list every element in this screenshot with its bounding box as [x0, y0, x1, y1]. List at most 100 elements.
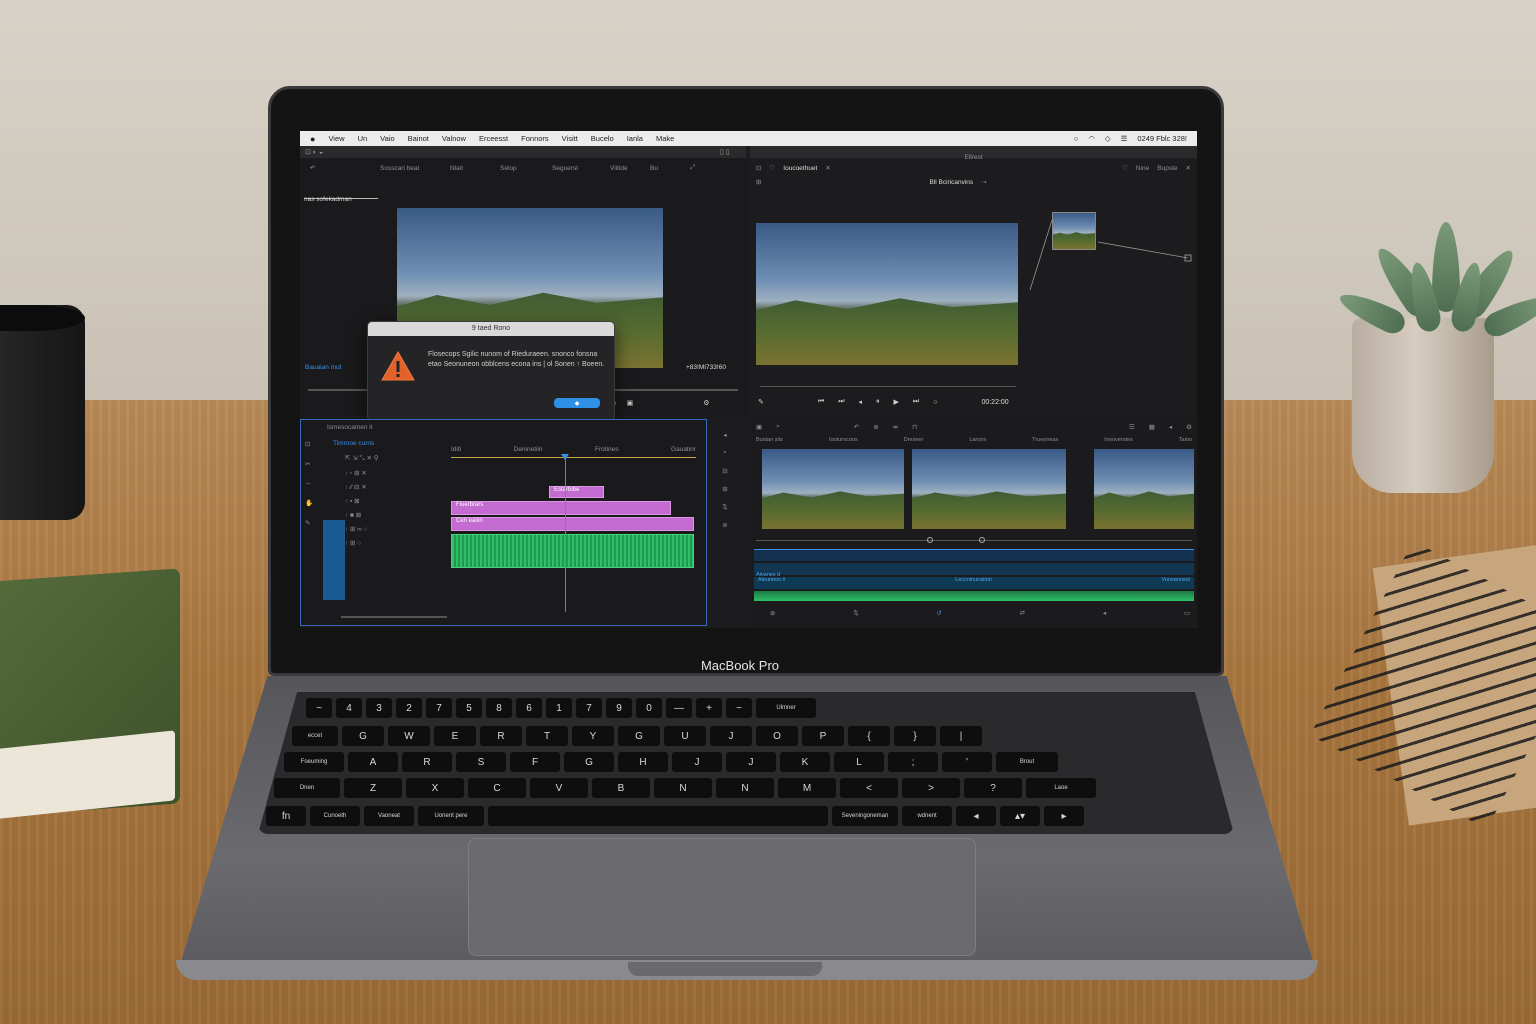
status-circle-icon[interactable]: ○	[1074, 134, 1079, 143]
select-tool-icon[interactable]: ⊡	[305, 440, 317, 448]
razor-tool-icon[interactable]: ✂	[305, 460, 317, 468]
keyboard-key[interactable]: J	[672, 752, 722, 772]
toolbar-item[interactable]: Bu	[650, 165, 690, 172]
film-frame-3[interactable]	[1094, 449, 1194, 529]
keyboard-key[interactable]: 1	[546, 698, 572, 718]
track-control-row[interactable]: ↑ ⁄⁄ ⊟ ✕	[345, 483, 445, 491]
status-wifi-icon[interactable]: ◠	[1088, 134, 1095, 143]
track-music[interactable]	[754, 591, 1194, 601]
menu-item[interactable]: Ianla	[627, 134, 643, 143]
undo-icon[interactable]: ↶	[854, 423, 859, 431]
keyboard-key[interactable]: }	[894, 726, 936, 746]
toolbar-item[interactable]: Seguerst	[552, 165, 610, 172]
loop-icon[interactable]: ○	[933, 399, 937, 406]
rewind-icon[interactable]: ◂	[859, 398, 863, 406]
tool-icon[interactable]: ◂	[723, 431, 726, 439]
keyboard-key[interactable]: K	[780, 752, 830, 772]
dialog-ok-button[interactable]: ◆	[554, 398, 600, 408]
monitor-icon[interactable]: ▣	[756, 423, 762, 431]
skip-forward-icon[interactable]: ⏭	[913, 398, 919, 406]
tool-icon[interactable]: ⊟	[722, 467, 727, 475]
keyboard-key[interactable]: Brout	[996, 752, 1058, 772]
track-control-row[interactable]: ↑ ⊞ ○	[345, 539, 445, 547]
keyboard-key[interactable]: J	[726, 752, 776, 772]
keyboard-key[interactable]: L	[834, 752, 884, 772]
trackpad[interactable]	[468, 838, 976, 956]
program-tab[interactable]: Ioucoethuet	[783, 165, 817, 172]
tool-icon[interactable]: ⊞	[722, 485, 727, 493]
play-icon[interactable]: ▶	[894, 398, 899, 406]
tool-icon[interactable]: ⌕	[723, 449, 727, 457]
keyboard-key[interactable]: ▸	[1044, 806, 1084, 826]
keyboard-key[interactable]: fn	[266, 806, 306, 826]
keyboard-key[interactable]: S	[456, 752, 506, 772]
track-control-row[interactable]: ⇱ ⇲ ⤡ ✕ ⚲	[345, 454, 445, 463]
zoom-handle-right[interactable]	[979, 537, 985, 543]
grid-icon[interactable]: ▦	[1149, 423, 1155, 431]
keyboard-key[interactable]: G	[342, 726, 384, 746]
keyboard-key[interactable]: Laoe	[1026, 778, 1096, 798]
settings-icon[interactable]: ⚙	[703, 399, 709, 407]
search-icon[interactable]: ⌕	[776, 423, 780, 431]
keyboard-key[interactable]: Foeuming	[284, 752, 344, 772]
menu-item[interactable]: Un	[358, 134, 368, 143]
keyboard-key[interactable]: —	[666, 698, 692, 718]
keyboard-key[interactable]: Z	[344, 778, 402, 798]
menu-item[interactable]: Valnow	[442, 134, 466, 143]
keyboard-key[interactable]: >	[902, 778, 960, 798]
settings-gear-icon[interactable]: ⚙	[1186, 423, 1192, 431]
keyboard-key[interactable]: Uonent pere	[418, 806, 484, 826]
keyboard-key[interactable]: N	[716, 778, 774, 798]
split-icon[interactable]: ⇅	[853, 609, 858, 617]
menu-item[interactable]: View	[328, 134, 344, 143]
keyboard-key[interactable]: C	[468, 778, 526, 798]
keyboard-key[interactable]: 0	[636, 698, 662, 718]
keyboard-key[interactable]: ;	[888, 752, 938, 772]
snap-icon[interactable]: ⊓	[912, 423, 917, 431]
keyboard-key[interactable]: Y	[572, 726, 614, 746]
keyboard-key[interactable]: ◂	[956, 806, 996, 826]
keyboard-key[interactable]: G	[564, 752, 614, 772]
keyboard-key[interactable]: J	[710, 726, 752, 746]
toolbar-item[interactable]: Nlait	[450, 165, 500, 172]
tool-icon[interactable]: ⇅	[722, 503, 727, 511]
slip-tool-icon[interactable]: ⇔	[305, 480, 317, 487]
tool-icon[interactable]: ⊚	[722, 521, 727, 529]
pen-icon[interactable]: ✎	[758, 398, 764, 406]
window-menu-icon[interactable]: ▯ ▯	[720, 148, 730, 156]
timeline-clip-video-2[interactable]: Cen eaiiin	[451, 517, 694, 531]
keyboard-key[interactable]: U	[664, 726, 706, 746]
keyboard-key[interactable]: M	[778, 778, 836, 798]
program-scrubber[interactable]	[760, 386, 1016, 387]
link-icon[interactable]: ⇹	[893, 423, 898, 431]
keyboard-key[interactable]: eccet	[292, 726, 338, 746]
step-back-icon[interactable]: ⏮	[818, 398, 824, 406]
keyboard-key[interactable]: wdnent	[902, 806, 952, 826]
apple-icon[interactable]: ●	[310, 134, 315, 144]
keyboard-key[interactable]: 8	[486, 698, 512, 718]
keyboard-key[interactable]: P	[802, 726, 844, 746]
film-frame-2[interactable]	[912, 449, 1066, 529]
keyboard-key[interactable]: G	[618, 726, 660, 746]
keyboard-key[interactable]: 3	[366, 698, 392, 718]
source-tab[interactable]: nas sofekadman	[304, 188, 378, 203]
menu-item[interactable]: Bainot	[408, 134, 429, 143]
keyboard-key[interactable]: |	[940, 726, 982, 746]
keyboard-key[interactable]: 2	[396, 698, 422, 718]
keyboard-key[interactable]	[488, 806, 828, 826]
keyboard-key[interactable]: F	[510, 752, 560, 772]
sync-icon[interactable]: ⊕	[770, 609, 775, 617]
track-audio-1[interactable]: Alvanes d	[754, 563, 1194, 578]
keyboard-key[interactable]: 9	[606, 698, 632, 718]
keyboard-key[interactable]: <	[840, 778, 898, 798]
source-label[interactable]: Bauaian mut	[305, 364, 342, 371]
keyboard-key[interactable]: ~	[306, 698, 332, 718]
list-icon[interactable]: ☰	[1129, 423, 1135, 431]
keyboard-key[interactable]: N	[654, 778, 712, 798]
track-control-row[interactable]: ↑ ▪ ⊠	[345, 497, 445, 505]
menu-item[interactable]: Erceesst	[479, 134, 508, 143]
keyboard-key[interactable]: 6	[516, 698, 542, 718]
arrow-icon[interactable]: ⇢	[981, 178, 986, 186]
status-bell-icon[interactable]: ◇	[1105, 134, 1111, 143]
track-control-row[interactable]: ↑ ▫ ⊞ ✕	[345, 469, 445, 477]
